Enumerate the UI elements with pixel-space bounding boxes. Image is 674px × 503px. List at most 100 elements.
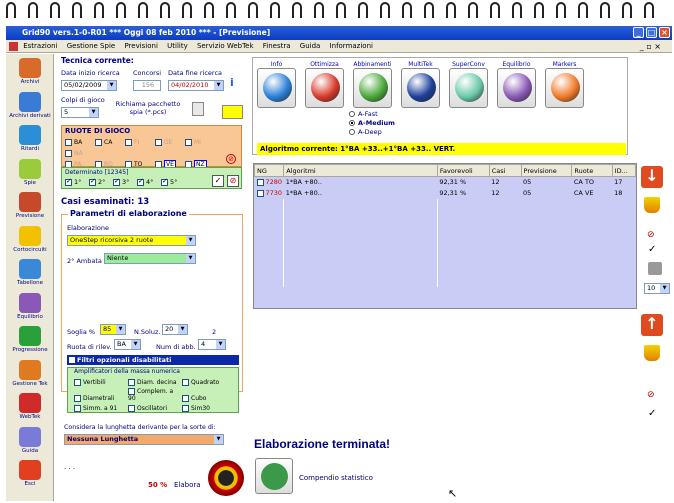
checkbox[interactable] xyxy=(182,379,189,386)
info-person-icon[interactable]: i xyxy=(230,76,240,90)
num-abb-select[interactable]: 4 ▼ xyxy=(198,339,226,350)
cancel-icon[interactable]: ⊘ xyxy=(647,390,655,400)
amplificatore-checkbox[interactable]: Sim30 xyxy=(182,405,236,412)
sidebar-item-equilibrio[interactable]: Equilibrio xyxy=(6,292,54,320)
close-icon[interactable]: × xyxy=(659,27,670,38)
sidebar-item-gestione-tek[interactable]: Gestione Tek xyxy=(6,359,54,387)
checkbox[interactable] xyxy=(137,177,144,186)
lunghetta-select[interactable]: Nessuna Lunghetta ▼ xyxy=(64,434,224,445)
amplificatore-checkbox[interactable]: Quadrato xyxy=(182,379,236,386)
amplificatore-checkbox[interactable]: Oscillatori xyxy=(128,405,182,412)
col-header[interactable]: Previsione xyxy=(520,164,573,177)
concorsi-field[interactable]: 156 xyxy=(133,80,161,91)
checkbox[interactable] xyxy=(155,139,162,146)
sidebar-item-archivi[interactable]: Archivi xyxy=(6,58,54,85)
determinato-checkbox[interactable]: 2° xyxy=(89,177,113,186)
checkbox[interactable] xyxy=(182,405,189,412)
checkbox[interactable] xyxy=(128,388,135,395)
radio-dot[interactable] xyxy=(349,120,355,126)
radio-dot[interactable] xyxy=(349,111,355,117)
row-checkbox[interactable] xyxy=(256,178,264,186)
mode-radio-a-deep[interactable]: A-Deep xyxy=(349,128,395,137)
amplificatore-checkbox[interactable]: Complem. a 90 xyxy=(128,388,182,402)
checkbox[interactable] xyxy=(89,177,96,186)
checkbox[interactable] xyxy=(74,379,81,386)
determinato-checkbox[interactable]: 5° xyxy=(161,177,185,186)
sidebar-item-esci[interactable]: Esci xyxy=(6,460,54,487)
table-row[interactable]: 7730 1*BA +80.. 92,31 % 12 05 CA VE 18 xyxy=(254,187,636,199)
tool-button-markers[interactable] xyxy=(545,68,584,108)
checkbox[interactable] xyxy=(185,139,192,146)
tool-button-ottimizza[interactable] xyxy=(305,68,344,108)
ruota-rilev-select[interactable]: BA ▼ xyxy=(114,339,141,350)
cancel-icon[interactable]: ⊘ xyxy=(647,230,655,240)
confirm-check-icon[interactable]: ✓ xyxy=(648,408,656,419)
mdi-controls-icon[interactable]: _ ▫ × xyxy=(640,40,661,53)
bucket-icon[interactable] xyxy=(644,345,660,361)
sidebar-item-previsione[interactable]: Previsione xyxy=(6,192,54,219)
mode-radio-a-medium[interactable]: A-Medium xyxy=(349,119,395,128)
checkbox[interactable] xyxy=(128,379,135,386)
sidebar-item-archivi-derivati[interactable]: Archivi derivati xyxy=(6,91,54,119)
radio-dot[interactable] xyxy=(349,129,355,135)
cancel-icon[interactable]: ⊘ xyxy=(226,154,236,164)
sidebar-item-ritardi[interactable]: Ritardi xyxy=(6,125,54,152)
ruota-checkbox-mi[interactable]: MI xyxy=(185,139,215,146)
checkbox[interactable] xyxy=(74,405,81,412)
confirm-check-icon[interactable]: ✓ xyxy=(648,244,656,255)
printer-icon[interactable] xyxy=(648,262,662,275)
tool-button-superconv[interactable] xyxy=(449,68,488,108)
menu-guida[interactable]: Guida xyxy=(300,42,321,50)
menu-gestione-spie[interactable]: Gestione Spie xyxy=(67,42,115,50)
minimize-icon[interactable]: _ xyxy=(633,27,644,38)
menu-previsioni[interactable]: Previsioni xyxy=(124,42,157,50)
tool-button-equilibrio[interactable] xyxy=(497,68,536,108)
data-inizio-field[interactable]: 05/02/2009 ▼ xyxy=(61,80,117,91)
col-header[interactable]: Favorevoli xyxy=(436,164,490,177)
elabora-button[interactable] xyxy=(208,460,244,496)
menu-estrazioni[interactable]: Estrazioni xyxy=(23,42,57,50)
menu-finestra[interactable]: Finestra xyxy=(263,42,291,50)
col-header[interactable]: Algoritmi xyxy=(283,164,438,177)
checkbox[interactable] xyxy=(95,139,102,146)
checkbox[interactable] xyxy=(182,395,189,402)
nsoluz-select[interactable]: 20 ▼ xyxy=(162,324,188,335)
checkbox[interactable] xyxy=(65,177,72,186)
filtri-toggle[interactable]: Filtri opzionali disabilitati xyxy=(67,355,239,365)
tool-button-abbinamenti[interactable] xyxy=(353,68,392,108)
tool-button-info[interactable] xyxy=(257,68,296,108)
checkbox[interactable] xyxy=(65,139,72,146)
sidebar-item-webtek[interactable]: WebTek xyxy=(6,393,54,420)
col-header[interactable]: ID... xyxy=(611,164,637,177)
data-fine-field[interactable]: 04/02/2010 ▼ xyxy=(168,80,224,91)
ruota-checkbox-fi[interactable]: FI xyxy=(125,139,155,146)
menu-informazioni[interactable]: Informazioni xyxy=(330,42,373,50)
col-header[interactable]: Ruote xyxy=(571,164,613,177)
determinato-checkbox[interactable]: 4° xyxy=(137,177,161,186)
sidebar-item-tabellone[interactable]: Tabellone xyxy=(6,259,54,286)
color-swatch-button[interactable] xyxy=(222,105,243,119)
checkbox[interactable] xyxy=(128,405,135,412)
checkbox[interactable] xyxy=(65,150,72,157)
arrow-down-icon[interactable]: ↓ xyxy=(641,166,663,188)
file-icon[interactable] xyxy=(192,102,204,116)
confirm-check-icon[interactable]: ✓ xyxy=(212,175,224,187)
col-header[interactable]: Casi xyxy=(488,164,522,177)
row-checkbox[interactable] xyxy=(256,189,264,197)
amplificatore-checkbox[interactable]: Diametrali xyxy=(74,395,128,402)
amplificatore-checkbox[interactable]: Diam. decina xyxy=(128,379,182,386)
sidebar-item-spie[interactable]: Spie xyxy=(6,158,54,186)
checkbox[interactable] xyxy=(125,139,132,146)
amplificatore-checkbox[interactable]: Simm. a 91 xyxy=(74,405,128,412)
elaborazione-select[interactable]: OneStep ricorsiva 2 ruote ▼ xyxy=(67,235,196,246)
cancel-icon[interactable]: ⊘ xyxy=(227,175,239,187)
amplificatore-checkbox[interactable]: Vertibili xyxy=(74,379,128,386)
soglia-select[interactable]: 85 ▼ xyxy=(100,324,126,335)
checkbox[interactable] xyxy=(74,395,81,402)
determinato-checkbox[interactable]: 1° xyxy=(65,177,89,186)
tool-button-multitek[interactable] xyxy=(401,68,440,108)
ruota-checkbox-ge[interactable]: GE xyxy=(155,139,185,146)
determinato-checkbox[interactable]: 3° xyxy=(113,177,137,186)
amplificatore-checkbox[interactable]: Cubo xyxy=(182,395,236,402)
checkbox[interactable] xyxy=(161,177,168,186)
